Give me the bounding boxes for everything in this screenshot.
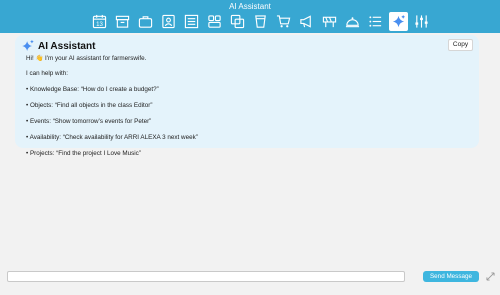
calendar-button[interactable]: 13 [90,12,109,31]
archive-button[interactable] [113,12,132,31]
sparkle-icon [22,39,34,51]
message-header: AI Assistant [21,39,95,53]
briefcase-button[interactable] [136,12,155,31]
app-window: AI Assistant 13 AI Assistant Copy Hi! 👋 … [0,0,500,295]
message-input[interactable] [7,271,405,282]
blocks-icon [208,15,221,28]
cup-icon [255,15,266,28]
bell-button[interactable] [343,12,362,31]
bell-icon [345,17,360,28]
megaphone-button[interactable] [297,12,316,31]
contacts-button[interactable] [159,12,178,31]
assistant-name: AI Assistant [38,40,96,52]
sparkle-icon [392,14,406,28]
title-bar: AI Assistant 13 [0,0,500,33]
greeting-line: Hi! 👋 I'm your AI assistant for farmersw… [26,55,147,62]
send-message-button[interactable]: Send Message [423,271,479,282]
copy-icon [230,14,245,29]
contact-card-icon [162,14,175,29]
intro-line: I can help with: [26,70,69,77]
example-knowledge-base: • Knowledge Base: “How do I create a bud… [26,86,159,93]
archive-box-icon [115,15,130,28]
window-title: AI Assistant [229,2,271,11]
settings-button[interactable] [412,12,431,31]
calendar-icon: 13 [92,14,107,28]
calendar-day-number: 13 [96,21,103,28]
example-events: • Events: “Show tomorrow’s events for Pe… [26,118,152,125]
example-availability: • Availability: “Check availability for … [26,134,198,141]
blocks-button[interactable] [205,12,224,31]
example-objects: • Objects: “Find all objects in the clas… [26,102,153,109]
toolbar: 13 [90,12,431,32]
ai-assistant-button[interactable] [389,12,408,31]
example-projects: • Projects: “Find the project I Love Mus… [26,150,141,157]
cart-icon [276,15,291,28]
list-document-icon [184,14,199,29]
expand-icon[interactable] [486,272,495,281]
barrier-button[interactable] [320,12,339,31]
copy-button[interactable]: Copy [448,39,473,51]
list-button[interactable] [366,12,385,31]
chat-area: AI Assistant Copy Hi! 👋 I'm your AI assi… [0,33,500,265]
assistant-message-card: AI Assistant Copy Hi! 👋 I'm your AI assi… [15,35,479,157]
cart-button[interactable] [274,12,293,31]
bullet-list-icon [369,16,382,27]
megaphone-icon [300,15,311,28]
barrier-icon [322,16,337,28]
briefcase-icon [138,16,153,28]
copy-items-button[interactable] [228,12,247,31]
cup-button[interactable] [251,12,270,31]
documents-button[interactable] [182,12,201,31]
sliders-icon [415,15,428,28]
